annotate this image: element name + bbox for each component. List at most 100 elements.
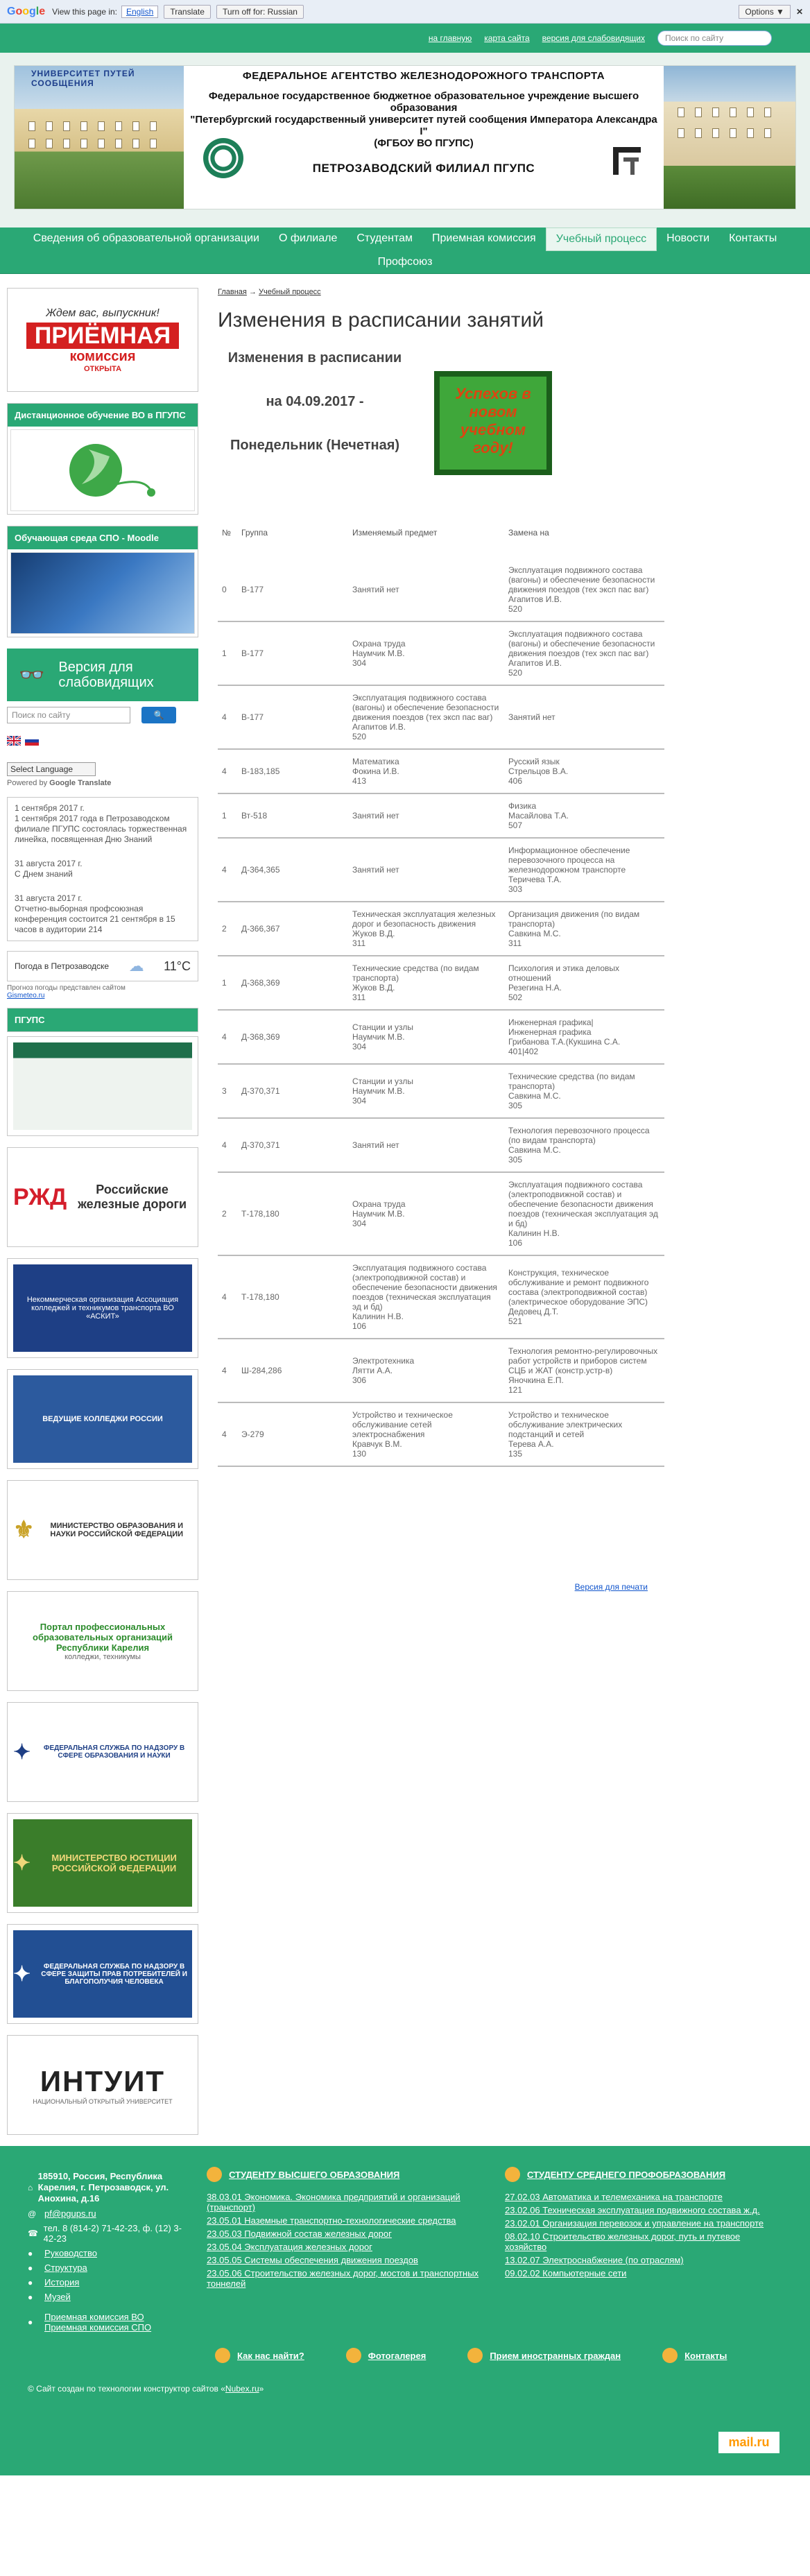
nav-item-study-process[interactable]: Учебный процесс bbox=[545, 227, 657, 251]
table-row: 1 В-177 Охрана труда Наумчик М.В. 304 Экспл… bbox=[218, 621, 664, 686]
news-item[interactable]: 31 августа 2017 г. С Днем знаний bbox=[15, 859, 191, 879]
moodle-title[interactable]: Обучающая среда СПО - Moodle bbox=[8, 526, 198, 549]
footer-spo-item[interactable]: 23.02.01 Организация перевозок и управле… bbox=[505, 2218, 764, 2229]
group-cell: Э-279 bbox=[237, 1402, 348, 1467]
language-dropdown[interactable]: Select Language bbox=[7, 762, 96, 776]
replacement-cell: Организация движения (по видам транспорт… bbox=[504, 902, 664, 956]
admissions-banner[interactable]: Ждем вас, выпускник! ПРИЁМНАЯ комиссия О… bbox=[7, 288, 198, 392]
footer-vo-item[interactable]: 23.05.03 Подвижной состав железных дорог bbox=[207, 2229, 392, 2239]
nav-item-students[interactable]: Студентам bbox=[347, 227, 422, 251]
nav-item-news[interactable]: Новости bbox=[657, 227, 719, 251]
footer-link-museum[interactable]: Музей bbox=[44, 2292, 71, 2302]
changed-subject-cell: Устройство и техническое обслуживание се… bbox=[348, 1402, 504, 1467]
leading-colleges-link[interactable]: ВЕДУЩИЕ КОЛЛЕДЖИ РОССИИ bbox=[7, 1369, 198, 1469]
distance-learning-title[interactable]: Дистанционное обучение ВО в ПГУПС bbox=[8, 404, 198, 427]
nav-item-union[interactable]: Профсоюз bbox=[368, 251, 442, 273]
impaired-version-button[interactable]: 👓 Версия для слабовидящих bbox=[7, 649, 198, 701]
askit-link[interactable]: Некоммерческая организация Ассоциация ко… bbox=[7, 1258, 198, 1358]
karelia-portal-link[interactable]: Портал профессиональных образовательных … bbox=[7, 1591, 198, 1691]
footer-vo-item[interactable]: 23.05.04 Эксплуатация железных дорог bbox=[207, 2242, 372, 2252]
impaired-version-link[interactable]: версия для слабовидящих bbox=[542, 33, 645, 43]
main-content: Главная → Учебный процесс Изменения в ра… bbox=[218, 288, 669, 2146]
foreign-students-link[interactable]: Прием иностранных граждан bbox=[467, 2348, 621, 2363]
footer-vo-item[interactable]: 23.05.01 Наземные транспортно-технологич… bbox=[207, 2215, 456, 2226]
google-logo: Google bbox=[7, 5, 46, 17]
secondary-ed-title[interactable]: СТУДЕНТУ СРЕДНЕГО ПРОФОБРАЗОВАНИЯ bbox=[527, 2170, 725, 2180]
pgups-site-link[interactable] bbox=[7, 1036, 198, 1136]
nav-item-about-org[interactable]: Сведения об образовательной организации bbox=[24, 227, 269, 251]
footer-spo-item[interactable]: 23.02.06 Техническая эксплуатация подвиж… bbox=[505, 2205, 760, 2215]
turn-off-button[interactable]: Turn off for: Russian bbox=[216, 4, 304, 19]
intuit-link[interactable]: ИНТУИТ НАЦИОНАЛЬНЫЙ ОТКРЫТЫЙ УНИВЕРСИТЕТ bbox=[7, 2035, 198, 2135]
footer-link-leadership[interactable]: Руководство bbox=[44, 2248, 97, 2258]
footer-link-history[interactable]: История bbox=[44, 2277, 79, 2287]
top-search-input[interactable]: Поиск по сайту bbox=[657, 31, 772, 46]
footer-spo-item[interactable]: 13.02.07 Электроснабжение (по отраслям) bbox=[505, 2255, 684, 2265]
moodle-image[interactable] bbox=[10, 552, 195, 634]
nav-item-admissions[interactable]: Приемная комиссия bbox=[422, 227, 546, 251]
nav-item-contacts[interactable]: Контакты bbox=[719, 227, 786, 251]
nubex-link[interactable]: Nubex.ru bbox=[225, 2384, 259, 2394]
rzd-link[interactable]: РЖД Российские железные дороги bbox=[7, 1147, 198, 1247]
changed-subject-cell: Математика Фокина И.В. 413 bbox=[348, 749, 504, 794]
footer-link-admission-spo[interactable]: Приемная комиссия СПО bbox=[44, 2322, 151, 2333]
footer-spo-item[interactable]: 27.02.03 Автоматика и телемеханика на тр… bbox=[505, 2192, 723, 2202]
translate-button[interactable]: Translate bbox=[164, 4, 211, 19]
close-icon[interactable]: ✕ bbox=[796, 7, 803, 17]
footer-spo-item[interactable]: 09.02.02 Компьютерные сети bbox=[505, 2268, 626, 2278]
moodle-box: Обучающая среда СПО - Moodle bbox=[7, 526, 198, 637]
globe-image[interactable] bbox=[10, 429, 195, 511]
footer-link-structure[interactable]: Структура bbox=[44, 2262, 87, 2273]
gismeteo-link[interactable]: Gismeteo.ru bbox=[7, 992, 44, 999]
group-cell: Д-370,371 bbox=[237, 1064, 348, 1119]
gallery-link[interactable]: Фотогалерея bbox=[345, 2348, 426, 2363]
sitemap-link[interactable]: карта сайта bbox=[484, 33, 529, 43]
language-select[interactable]: English bbox=[121, 5, 159, 18]
group-cell: Д-364,365 bbox=[237, 838, 348, 902]
breadcrumb-home[interactable]: Главная bbox=[218, 288, 247, 296]
rospotrebnadzor-link[interactable]: ✦ ФЕДЕРАЛЬНАЯ СЛУЖБА ПО НАДЗОРУ В СФЕРЕ … bbox=[7, 1924, 198, 2024]
replacement-cell: Эксплуатация подвижного состава (электро… bbox=[504, 1172, 664, 1256]
photo-caption: УНИВЕРСИТЕТ ПУТЕЙ СООБЩЕНИЯ bbox=[31, 69, 135, 88]
print-version-link[interactable]: Версия для печати bbox=[575, 1582, 648, 1592]
site-header: УНИВЕРСИТЕТ ПУТЕЙ СООБЩЕНИЯ ФЕДЕРАЛЬНОЕ … bbox=[0, 53, 810, 227]
phone: тел. 8 (814-2) 71-42-23, ф. (12) 3-42-23 bbox=[43, 2223, 182, 2244]
minjust-link[interactable]: ✦ МИНИСТЕРСТВО ЮСТИЦИИ РОССИЙСКОЙ ФЕДЕРА… bbox=[7, 1813, 198, 1913]
options-button[interactable]: Options ▼ bbox=[739, 4, 791, 19]
weather-widget[interactable]: Погода в Петрозаводске ☁ 11°C bbox=[7, 951, 198, 981]
rosobrnadzor-link[interactable]: ✦ ФЕДЕРАЛЬНАЯ СЛУЖБА ПО НАДЗОРУ В СФЕРЕ … bbox=[7, 1702, 198, 1802]
table-row: 4 В-183,185 Математика Фокина И.В. 413 Русс… bbox=[218, 749, 664, 794]
news-item[interactable]: 31 августа 2017 г. Отчетно-выборная проф… bbox=[15, 893, 191, 935]
phone-icon: ☎ bbox=[28, 2229, 38, 2238]
contacts-link[interactable]: Контакты bbox=[662, 2348, 727, 2363]
find-us-link[interactable]: Как нас найти? bbox=[215, 2348, 304, 2363]
sidebar-search-input[interactable]: Поиск по сайту bbox=[7, 707, 130, 723]
news-item[interactable]: 1 сентября 2017 г. 1 сентября 2017 года … bbox=[15, 803, 191, 845]
footer-vo-item[interactable]: 38.03.01 Экономика. Экономика предприяти… bbox=[207, 2192, 460, 2213]
mailru-counter[interactable]: mail.ru bbox=[718, 2432, 779, 2453]
table-row: 0 В-177 Занятий нет Эксплуатация подвижного… bbox=[218, 558, 664, 622]
uk-flag-icon[interactable] bbox=[7, 736, 21, 746]
footer-spo-item[interactable]: 08.02.10 Строительство железных дорог, п… bbox=[505, 2231, 740, 2252]
table-row: 4 Э-279 Устройство и техническое обслужива… bbox=[218, 1402, 664, 1467]
table-row: 1 Д-368,369 Технические средства (по видам… bbox=[218, 956, 664, 1011]
home-link[interactable]: на главную bbox=[429, 33, 472, 43]
nav-item-about-branch[interactable]: О филиале bbox=[269, 227, 347, 251]
footer-link-admission-vo[interactable]: Приемная комиссия ВО bbox=[44, 2312, 144, 2322]
footer-vo-item[interactable]: 23.05.06 Строительство железных дорог, м… bbox=[207, 2268, 479, 2289]
email-link[interactable]: pf@pgups.ru bbox=[44, 2208, 96, 2219]
search-icon[interactable]: 🔍 bbox=[141, 707, 176, 723]
weather-label: Погода в Петрозаводске bbox=[15, 961, 110, 971]
eagle-icon: ✦ bbox=[13, 1851, 31, 1875]
russia-flag-icon[interactable] bbox=[25, 736, 39, 746]
higher-ed-title[interactable]: СТУДЕНТУ ВЫСШЕГО ОБРАЗОВАНИЯ bbox=[229, 2170, 399, 2180]
breadcrumb-section[interactable]: Учебный процесс bbox=[259, 288, 321, 296]
replacement-cell: Эксплуатация подвижного состава (вагоны)… bbox=[504, 558, 664, 622]
footer-vo-item[interactable]: 23.05.05 Системы обеспечения движения по… bbox=[207, 2255, 418, 2265]
group-cell: Вт-518 bbox=[237, 793, 348, 839]
table-row: 4 Д-370,371 Занятий нет Технология перевозо… bbox=[218, 1118, 664, 1173]
replacement-cell: Информационное обеспечение перевозочного… bbox=[504, 838, 664, 902]
changed-subject-cell: Занятий нет bbox=[348, 793, 504, 839]
pair-number: 4 bbox=[218, 1010, 237, 1065]
minobr-link[interactable]: ⚜ МИНИСТЕРСТВО ОБРАЗОВАНИЯ И НАУКИ РОССИ… bbox=[7, 1480, 198, 1580]
